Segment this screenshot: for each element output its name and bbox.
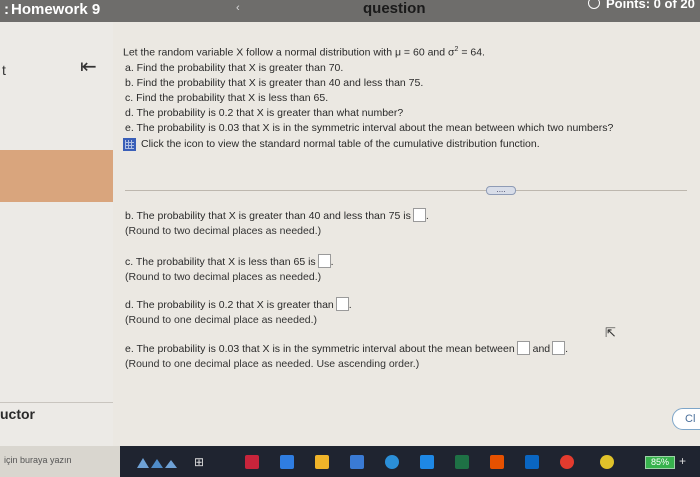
answer-e-input-high[interactable] — [552, 341, 566, 355]
answer-b-input[interactable] — [412, 208, 426, 222]
collapse-panel-icon[interactable]: ⇤ — [80, 54, 97, 79]
battery-indicator[interactable]: 85% — [645, 456, 675, 469]
task-view-icon[interactable]: ⊞ — [194, 455, 208, 469]
answer-c-text: c. The probability that X is less than 6… — [125, 256, 316, 268]
normal-table-link-text: Click the icon to view the standard norm… — [141, 137, 540, 150]
table-grid-icon[interactable] — [123, 137, 136, 151]
answer-b-line: b. The probability that X is greater tha… — [125, 208, 429, 222]
app-icon-5[interactable] — [560, 455, 574, 469]
answer-e-text: e. The probability is 0.03 that X is in … — [125, 343, 515, 355]
answer-d-input[interactable] — [335, 297, 349, 311]
answer-b: b. The probability that X is greater tha… — [125, 208, 595, 239]
points-indicator: Points: 0 of 20 — [588, 0, 695, 11]
answer-e: e. The probability is 0.03 that X is in … — [125, 341, 595, 372]
app-icon-4[interactable] — [490, 455, 504, 469]
question-lead-text: Let the random variable X follow a norma… — [123, 46, 455, 59]
answer-c-input[interactable] — [317, 254, 331, 268]
answer-c-hint: (Round to two decimal places as needed.) — [125, 271, 322, 283]
question-part-a: a. Find the probability that X is greate… — [125, 61, 344, 74]
normal-table-link[interactable]: Click the icon to view the standard norm… — [123, 137, 683, 152]
question-panel: Let the random variable X follow a norma… — [113, 22, 700, 446]
taskbar-search-placeholder: için buraya yazın — [4, 455, 72, 465]
points-ring-icon — [588, 0, 600, 9]
answer-e-line: e. The probability is 0.03 that X is in … — [125, 341, 569, 355]
app-icon-1[interactable] — [245, 455, 259, 469]
question-part-e: e. The probability is 0.03 that X is in … — [125, 121, 614, 134]
calendar-icon[interactable] — [350, 455, 364, 469]
question-part-c: c. Find the probability that X is less t… — [125, 91, 329, 104]
answer-d: d. The probability is 0.2 that X is grea… — [125, 297, 595, 328]
answer-c-line: c. The probability that X is less than 6… — [125, 254, 334, 268]
clear-all-button[interactable]: Cl — [672, 408, 700, 430]
ask-instructor-label[interactable]: uctor — [0, 406, 35, 422]
left-pane: t ⇤ — [0, 22, 113, 446]
excel-icon[interactable] — [455, 455, 469, 469]
question-lead: Let the random variable X follow a norma… — [123, 42, 683, 61]
chrome-icon[interactable] — [600, 455, 614, 469]
people-widget-icon[interactable] — [135, 455, 179, 469]
answer-c: c. The probability that X is less than 6… — [125, 254, 595, 285]
taskbar: için buraya yazın ⊞ 85% + — [0, 446, 700, 477]
selected-item-highlight[interactable] — [0, 150, 113, 202]
file-explorer-icon[interactable] — [315, 455, 329, 469]
points-text: Points: 0 of 20 — [606, 0, 695, 11]
left-pane-letter: t — [2, 62, 6, 78]
previous-question-icon[interactable]: ‹ — [236, 2, 240, 14]
expand-more-button[interactable]: .... — [486, 186, 516, 195]
question-text: Let the random variable X follow a norma… — [123, 42, 683, 152]
question-label: question — [363, 0, 426, 17]
taskbar-search[interactable]: için buraya yazın — [0, 446, 120, 477]
question-part-d: d. The probability is 0.2 that X is grea… — [125, 106, 404, 119]
answer-e-input-low[interactable] — [516, 341, 530, 355]
menu-marker-icon: : — [4, 1, 9, 18]
answer-b-text: b. The probability that X is greater tha… — [125, 210, 411, 222]
homework-title[interactable]: : Homework 9 — [4, 1, 100, 18]
answer-e-and: and — [532, 343, 551, 355]
charging-icon: + — [679, 454, 687, 468]
answer-b-hint: (Round to two decimal places as needed.) — [125, 225, 322, 237]
answer-d-hint: (Round to one decimal place as needed.) — [125, 314, 318, 326]
app-icon-2[interactable] — [280, 455, 294, 469]
app-icon-3[interactable] — [420, 455, 434, 469]
question-lead-tail: = 64. — [458, 46, 485, 59]
mouse-pointer-icon: ⇱ — [605, 325, 616, 340]
edge-browser-icon[interactable] — [385, 455, 399, 469]
homework-title-text: Homework 9 — [11, 1, 101, 18]
outlook-icon[interactable] — [525, 455, 539, 469]
section-separator — [125, 190, 687, 191]
question-part-b: b. Find the probability that X is greate… — [125, 76, 424, 89]
top-bar: : Homework 9 ‹ question Points: 0 of 20 — [0, 0, 700, 22]
answer-d-line: d. The probability is 0.2 that X is grea… — [125, 297, 352, 311]
left-divider — [0, 402, 113, 403]
answer-e-hint: (Round to one decimal place as needed. U… — [125, 358, 420, 370]
answer-d-text: d. The probability is 0.2 that X is grea… — [125, 299, 334, 311]
